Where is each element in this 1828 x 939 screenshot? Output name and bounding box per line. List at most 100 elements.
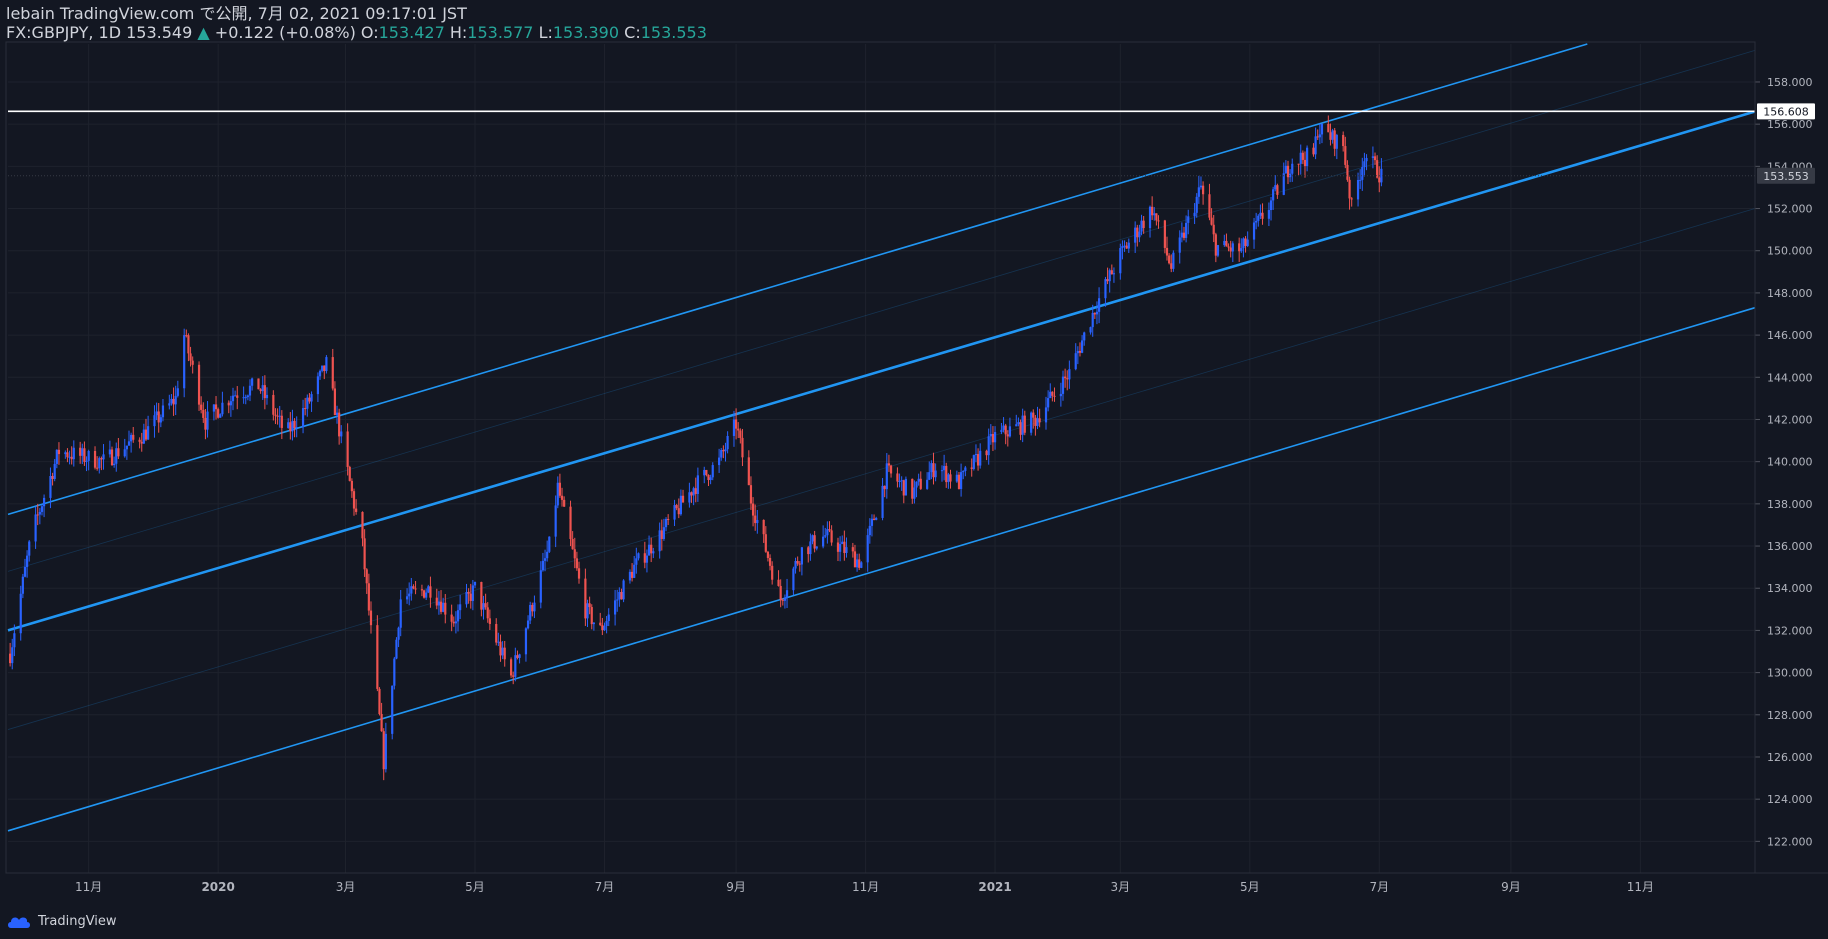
candle-body: [1134, 227, 1137, 243]
candle-body: [229, 401, 232, 406]
candle-body: [694, 488, 697, 494]
candle-body: [93, 450, 97, 468]
candle-body: [68, 456, 71, 458]
candle-body: [900, 480, 903, 482]
y-tick-label: 126.000: [1767, 751, 1813, 764]
candle-body: [369, 610, 373, 626]
candle-body: [794, 561, 797, 569]
candle-body: [365, 569, 368, 584]
candle-body: [1210, 217, 1213, 225]
candle-body: [1182, 232, 1186, 238]
candle-body: [391, 685, 394, 734]
x-tick-label: 3月: [1110, 880, 1130, 894]
candle-body: [1059, 393, 1062, 397]
y-tick-label: 146.000: [1767, 329, 1813, 342]
candle-body: [1006, 434, 1009, 437]
candle-body: [630, 571, 634, 578]
candle-body: [531, 604, 534, 612]
candle-body: [261, 385, 264, 392]
candle-body: [1066, 378, 1069, 380]
candle-body: [488, 618, 491, 624]
candle-body: [1108, 270, 1111, 282]
channel-line[interactable]: [7, 43, 1588, 516]
candle-body: [57, 449, 61, 455]
candle-body: [960, 472, 963, 489]
candle-body: [1291, 163, 1294, 174]
candle-body: [618, 592, 621, 600]
candle-body: [1051, 391, 1054, 396]
candle-body: [815, 546, 818, 549]
candle-body: [737, 428, 740, 431]
candle-body: [932, 463, 935, 478]
candle-body: [1110, 270, 1113, 275]
candle-body: [465, 591, 468, 605]
candle-body: [9, 653, 12, 664]
candle-body: [1365, 157, 1368, 162]
candle-body: [1303, 159, 1307, 167]
candle-body: [707, 474, 710, 481]
candle-body: [23, 566, 27, 577]
candle-body: [346, 431, 349, 467]
y-tick-label: 156.000: [1767, 118, 1813, 131]
candle-body: [123, 449, 126, 457]
candle-body: [98, 458, 101, 469]
candle-body: [1240, 248, 1243, 252]
candle-body: [21, 576, 24, 594]
candle-body: [450, 614, 453, 622]
candle-body: [501, 647, 504, 656]
candle-body: [308, 397, 311, 402]
y-tick-label: 144.000: [1767, 371, 1813, 384]
candle-body: [1378, 177, 1381, 183]
channel-line[interactable]: [7, 110, 1756, 632]
candle-body: [34, 514, 37, 542]
candle-body: [265, 394, 269, 399]
candle-body: [635, 558, 638, 565]
candle-body: [811, 535, 814, 542]
chart-area[interactable]: 122.000 124.000 126.000 128.000 130.000 132.0…: [0, 0, 1828, 939]
candle-body: [739, 430, 742, 438]
candle-body: [658, 530, 661, 552]
candle-body: [1193, 212, 1196, 217]
grid-lines: [5, 41, 1756, 874]
candle-body: [420, 589, 424, 591]
candle-body: [259, 389, 262, 392]
candle-body: [115, 448, 118, 464]
candle-body: [807, 547, 810, 555]
channel-line[interactable]: [7, 306, 1756, 832]
candle-body: [720, 450, 723, 458]
candle-body: [883, 485, 886, 490]
candle-body: [690, 492, 693, 496]
y-tick-label: 138.000: [1767, 498, 1813, 511]
candle-body: [130, 434, 133, 442]
change-text: +0.122 (+0.08%): [214, 23, 356, 42]
candle-body: [1112, 273, 1116, 275]
candle-body: [251, 378, 254, 386]
candle-body: [499, 641, 502, 656]
candle-body: [83, 448, 86, 462]
candle-body: [554, 505, 557, 537]
candle-body: [395, 639, 398, 659]
candle-body: [1201, 185, 1205, 195]
candle-body: [1274, 185, 1277, 190]
candle-body: [539, 570, 542, 603]
y-tick-label: 150.000: [1767, 245, 1813, 258]
x-tick-label: 9月: [726, 880, 746, 894]
candle-body: [429, 586, 432, 598]
candle-body: [991, 433, 995, 443]
channel-line[interactable]: [7, 208, 1756, 730]
candle-body: [1242, 238, 1245, 249]
candle-body: [172, 398, 175, 405]
candle-body: [675, 505, 678, 509]
candle-body: [422, 590, 426, 598]
symbol-line: FX:GBPJPY, 1D 153.549 ▲ +0.122 (+0.08%) …: [6, 23, 707, 42]
candle-body: [543, 558, 547, 561]
candle-body: [157, 411, 160, 423]
candle-body: [367, 583, 370, 611]
candle-body: [102, 454, 105, 460]
candle-body: [187, 335, 190, 354]
candle-body: [1231, 243, 1234, 252]
candle-body: [1080, 340, 1084, 353]
candle-body: [718, 457, 721, 466]
candle-body: [325, 357, 328, 372]
candle-body: [779, 585, 782, 600]
